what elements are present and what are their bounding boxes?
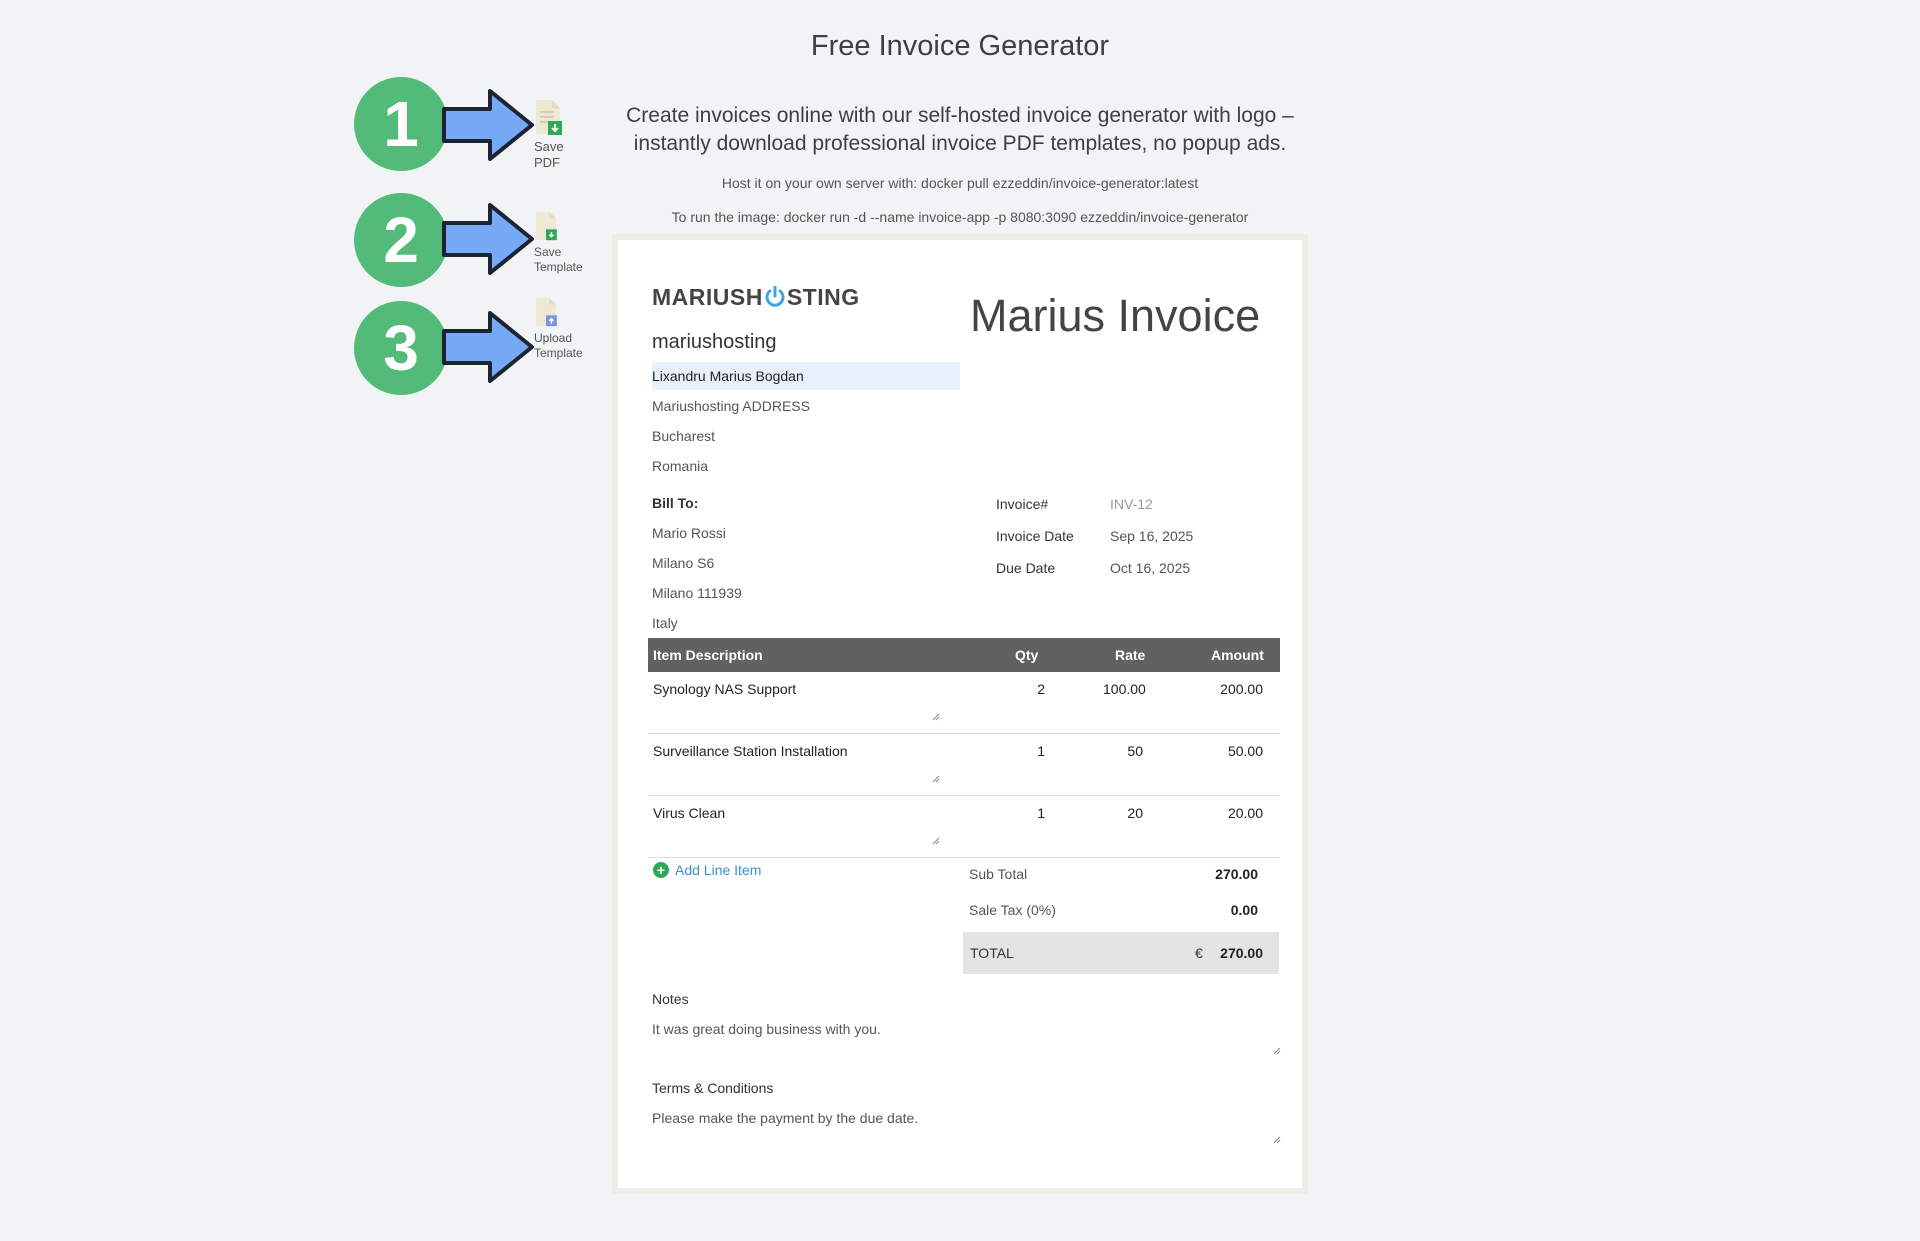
item-amount: 50.00 <box>1227 743 1263 759</box>
save-pdf-label-1: Save <box>534 139 564 154</box>
upload-template-icon <box>536 297 557 327</box>
save-template-icon <box>536 211 557 241</box>
total-bar: TOTAL € 270.00 <box>963 932 1279 974</box>
invoice-date-input[interactable]: Sep 16, 2025 <box>1110 528 1193 544</box>
add-line-item-label: Add Line Item <box>675 862 762 878</box>
resize-handle-icon[interactable] <box>931 774 940 783</box>
invoice-title-input[interactable]: Marius Invoice <box>970 290 1260 342</box>
bill-to-address-input[interactable]: Milano S6 <box>652 549 960 577</box>
table-row: Virus Clean 1 20 20.00 <box>648 796 1280 858</box>
arrow-icon <box>442 203 534 275</box>
table-row: Synology NAS Support 2 100.00 200.00 <box>648 672 1280 734</box>
docker-run-hint: To run the image: docker run -d --name i… <box>671 209 1249 225</box>
item-rate-input[interactable]: 20 <box>1103 805 1143 821</box>
table-row: Surveillance Station Installation 1 50 5… <box>648 734 1280 796</box>
tax-label[interactable]: Sale Tax (0%) <box>969 902 1056 918</box>
from-address-input[interactable]: Mariushosting ADDRESS <box>652 392 960 420</box>
save-template-button[interactable]: Save Template <box>534 211 604 275</box>
bill-to-country-input[interactable]: Italy <box>652 609 960 637</box>
upload-template-label-1: Upload <box>534 331 573 345</box>
power-icon <box>765 286 785 307</box>
docker-pull-hint: Host it on your own server with: docker … <box>721 175 1199 191</box>
items-table-header: Item Description Qty Rate Amount <box>648 638 1280 672</box>
invoice-number-input[interactable]: INV-12 <box>1110 496 1153 512</box>
save-pdf-button[interactable]: Save PDF <box>534 99 604 171</box>
save-pdf-label-2: PDF <box>534 155 560 170</box>
upload-template-button[interactable]: Upload Template <box>534 297 604 361</box>
item-qty-input[interactable]: 1 <box>1015 743 1045 759</box>
from-country-input[interactable]: Romania <box>652 452 960 480</box>
item-rate-input[interactable]: 100.00 <box>1103 681 1146 697</box>
notes-textarea[interactable]: It was great doing business with you. <box>652 1021 1282 1037</box>
step-2-badge: 2 <box>354 193 448 287</box>
invoice-number-label[interactable]: Invoice# <box>996 496 1048 512</box>
item-amount: 200.00 <box>1220 681 1263 697</box>
step-1-badge: 1 <box>354 77 448 171</box>
header-amount[interactable]: Amount <box>1211 647 1264 663</box>
resize-handle-icon[interactable] <box>931 712 940 721</box>
item-description-input[interactable]: Synology NAS Support <box>653 681 796 697</box>
invoice-date-label[interactable]: Invoice Date <box>996 528 1074 544</box>
bill-to-label[interactable]: Bill To: <box>652 489 960 517</box>
item-description-input[interactable]: Virus Clean <box>653 805 725 821</box>
arrow-icon <box>442 311 534 383</box>
terms-label[interactable]: Terms & Conditions <box>652 1080 773 1096</box>
logo-text-left: MARIUSH <box>652 283 763 310</box>
logo-text-right: STING <box>786 283 860 310</box>
item-rate-input[interactable]: 50 <box>1103 743 1143 759</box>
header-rate[interactable]: Rate <box>1115 647 1145 663</box>
from-city-input[interactable]: Bucharest <box>652 422 960 450</box>
company-name-input[interactable]: mariushosting <box>652 331 777 354</box>
intro-line-1: Create invoices online with our self-hos… <box>626 104 1294 127</box>
bill-to-city-input[interactable]: Milano 111939 <box>652 579 960 607</box>
plus-icon: + <box>653 862 669 878</box>
save-template-label-1: Save <box>534 245 562 259</box>
save-template-label-2: Template <box>534 260 583 274</box>
arrow-icon <box>442 89 534 161</box>
item-amount: 20.00 <box>1227 805 1263 821</box>
add-line-item-button[interactable]: + Add Line Item <box>653 862 761 878</box>
resize-handle-icon[interactable] <box>931 836 940 845</box>
page-title: Free Invoice Generator <box>810 30 1110 62</box>
due-date-label[interactable]: Due Date <box>996 560 1055 576</box>
resize-handle-icon[interactable] <box>1272 1046 1281 1055</box>
item-qty-input[interactable]: 1 <box>1015 805 1045 821</box>
due-date-input[interactable]: Oct 16, 2025 <box>1110 560 1190 576</box>
item-qty-input[interactable]: 2 <box>1015 681 1045 697</box>
resize-handle-icon[interactable] <box>1272 1135 1281 1144</box>
notes-label[interactable]: Notes <box>652 991 689 1007</box>
subtotal-label[interactable]: Sub Total <box>969 866 1027 882</box>
subtotal-value: 270.00 <box>1215 866 1258 882</box>
invoice-paper: MARIUSH STING mariushosting Marius Invoi… <box>612 234 1308 1194</box>
save-pdf-icon <box>536 100 562 135</box>
total-label[interactable]: TOTAL <box>970 945 1014 961</box>
header-qty[interactable]: Qty <box>1015 647 1038 663</box>
terms-textarea[interactable]: Please make the payment by the due date. <box>652 1110 1282 1126</box>
intro-line-2: instantly download professional invoice … <box>633 132 1287 155</box>
header-description[interactable]: Item Description <box>653 647 763 663</box>
from-name-input[interactable]: Lixandru Marius Bogdan <box>652 362 960 390</box>
intro-text: Create invoices online with our self-hos… <box>600 102 1320 158</box>
upload-template-label-2: Template <box>534 346 583 360</box>
bill-to-name-input[interactable]: Mario Rossi <box>652 519 960 547</box>
company-logo[interactable]: MARIUSH STING <box>652 283 860 310</box>
tax-value: 0.00 <box>1230 902 1258 918</box>
item-description-input[interactable]: Surveillance Station Installation <box>653 743 848 759</box>
step-3-badge: 3 <box>354 301 448 395</box>
total-value: 270.00 <box>1220 945 1263 961</box>
currency-symbol[interactable]: € <box>1195 945 1203 961</box>
